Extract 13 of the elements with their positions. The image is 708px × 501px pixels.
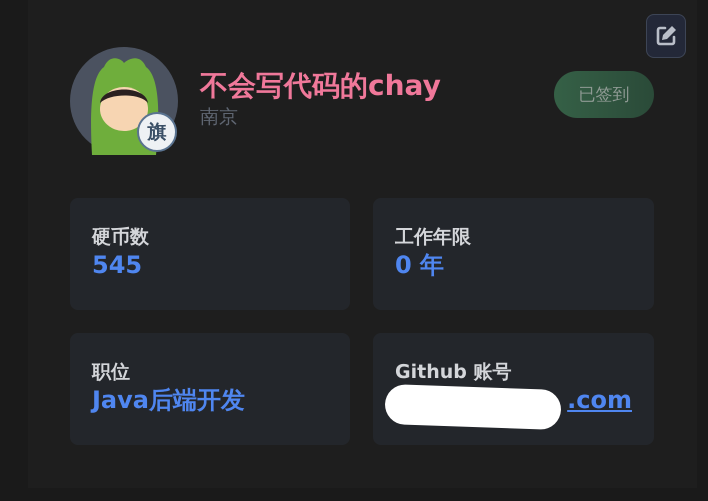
stat-label: 工作年限 <box>395 225 472 250</box>
stat-value: 545 <box>92 250 144 280</box>
check-in-button[interactable]: 已签到 <box>554 70 654 118</box>
edit-icon <box>654 24 678 48</box>
stat-label: 硬币数 <box>92 225 150 250</box>
location: 南京 <box>200 105 239 130</box>
stat-label: 职位 <box>92 360 131 385</box>
stat-value: 0 年 <box>395 250 446 280</box>
stat-label: Github 账号 <box>395 360 512 385</box>
github-link[interactable]: .com <box>567 386 632 414</box>
user-name: 不会写代码的chay <box>200 68 442 104</box>
edit-button[interactable] <box>646 14 686 58</box>
stat-value: Java后端开发 <box>92 385 246 415</box>
